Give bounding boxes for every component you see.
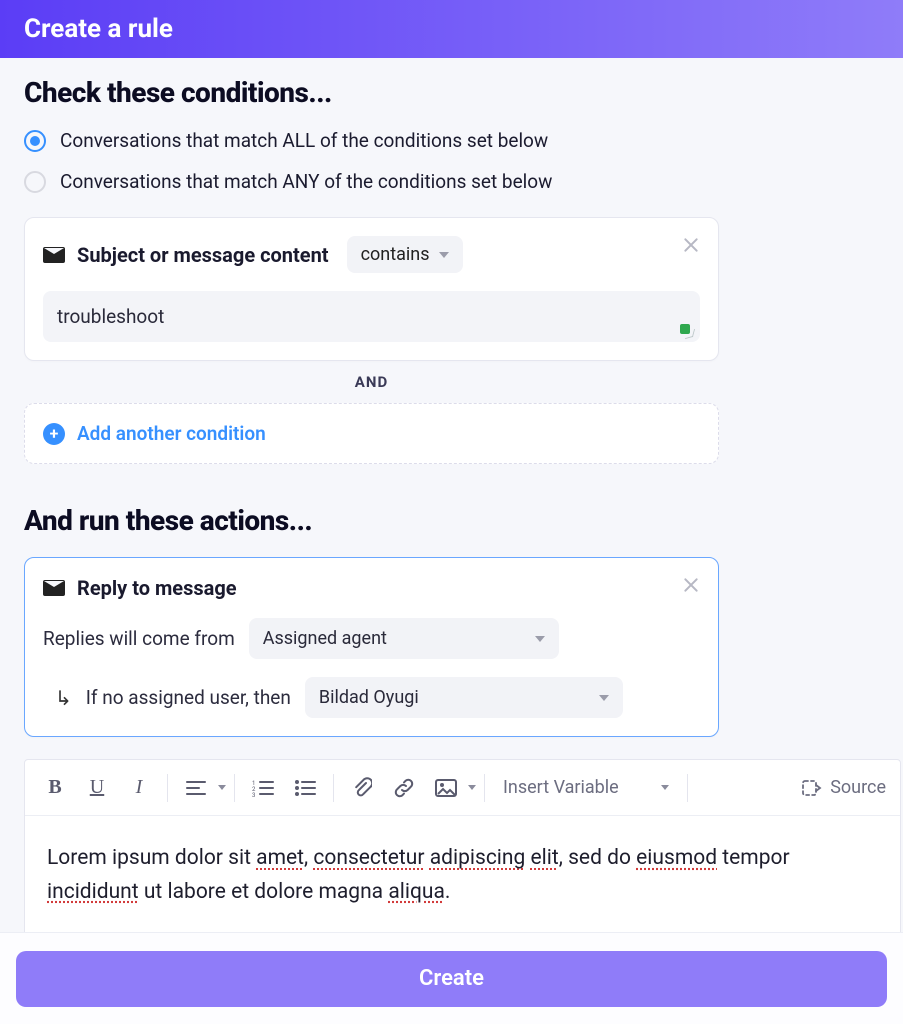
add-condition-label: Add another condition (77, 422, 266, 445)
unordered-list-button[interactable] (285, 768, 325, 808)
attachment-button[interactable] (342, 768, 382, 808)
toolbar-separator (234, 774, 235, 802)
modal-header: Create a rule (0, 0, 903, 58)
align-button[interactable] (176, 768, 216, 808)
insert-variable-select[interactable]: Insert Variable (493, 777, 679, 798)
fallback-label: If no assigned user, then (86, 686, 291, 709)
spell-word: adipiscing (430, 846, 526, 870)
modal-title: Create a rule (24, 14, 173, 44)
resize-handle[interactable] (680, 324, 694, 338)
condition-card: Subject or message content contains trou… (24, 217, 719, 361)
text-run: ut labore et dolore magna (139, 880, 389, 904)
replies-from-value: Assigned agent (263, 628, 387, 649)
condition-operator-select[interactable]: contains (347, 236, 464, 273)
ordered-list-button[interactable]: 123 (243, 768, 283, 808)
spell-word: aliqua (388, 880, 445, 904)
chevron-down-icon (439, 252, 449, 258)
chevron-down-icon (599, 695, 609, 701)
editor-content[interactable]: Lorem ipsum dolor sit amet, consectetur … (25, 816, 900, 949)
italic-button[interactable]: I (119, 768, 159, 808)
toolbar-separator (333, 774, 334, 802)
envelope-icon (43, 580, 65, 596)
condition-field-label: Subject or message content (77, 243, 329, 267)
underline-button[interactable]: U (77, 768, 117, 808)
spell-word: consectetur (313, 846, 424, 870)
condition-value-input[interactable]: troubleshoot (43, 291, 700, 342)
arrow-down-right-icon: ↳ (55, 688, 72, 708)
source-label: Source (830, 777, 886, 798)
toolbar-separator (484, 774, 485, 802)
toolbar-separator (687, 774, 688, 802)
spell-word: amet (256, 846, 304, 870)
editor-toolbar: B U I 123 (25, 760, 900, 816)
condition-operator-value: contains (361, 244, 430, 265)
radio-indicator (24, 171, 46, 193)
chevron-down-icon (468, 785, 476, 790)
fallback-user-select[interactable]: Bildad Oyugi (305, 677, 623, 718)
radio-match-any[interactable]: Conversations that match ANY of the cond… (24, 170, 879, 193)
text-run: Lorem ipsum dolor sit (47, 846, 256, 870)
modal-body: Check these conditions... Conversations … (0, 58, 903, 950)
source-button[interactable]: Source (800, 777, 890, 798)
create-button-label: Create (419, 966, 484, 991)
condition-separator: AND (24, 373, 719, 391)
chevron-down-icon (218, 785, 226, 790)
actions-section-title: And run these actions... (24, 504, 879, 537)
chevron-down-icon (661, 785, 669, 790)
create-button[interactable]: Create (16, 951, 887, 1007)
bold-button[interactable]: B (35, 768, 75, 808)
fallback-user-value: Bildad Oyugi (319, 687, 419, 708)
rich-text-editor: B U I 123 (24, 759, 901, 950)
plus-icon: + (43, 423, 65, 445)
remove-condition-button[interactable] (682, 236, 700, 254)
image-button[interactable] (426, 768, 466, 808)
radio-match-all[interactable]: Conversations that match ALL of the cond… (24, 129, 879, 152)
radio-label: Conversations that match ANY of the cond… (60, 170, 552, 193)
spell-word: elit (531, 846, 559, 870)
radio-indicator (24, 130, 46, 152)
envelope-icon (43, 247, 65, 263)
conditions-section-title: Check these conditions... (24, 76, 879, 109)
text-run: , sed do (559, 846, 636, 870)
svg-text:3: 3 (252, 792, 255, 797)
toolbar-separator (167, 774, 168, 802)
text-run: , (304, 846, 313, 870)
add-condition-button[interactable]: + Add another condition (24, 403, 719, 464)
text-run: . (445, 880, 451, 904)
link-button[interactable] (384, 768, 424, 808)
text-run: tempor (717, 846, 790, 870)
modal-footer: Create (0, 932, 903, 1024)
condition-value-text: troubleshoot (57, 305, 164, 328)
replies-from-label: Replies will come from (43, 627, 235, 650)
replies-from-select[interactable]: Assigned agent (249, 618, 559, 659)
action-card: Reply to message Replies will come from … (24, 557, 719, 737)
radio-label: Conversations that match ALL of the cond… (60, 129, 548, 152)
chevron-down-icon (535, 636, 545, 642)
remove-action-button[interactable] (682, 576, 700, 594)
insert-variable-label: Insert Variable (503, 777, 619, 798)
action-label: Reply to message (77, 576, 237, 600)
spell-word: eiusmod (636, 846, 717, 870)
spell-word: incididunt (47, 880, 139, 904)
